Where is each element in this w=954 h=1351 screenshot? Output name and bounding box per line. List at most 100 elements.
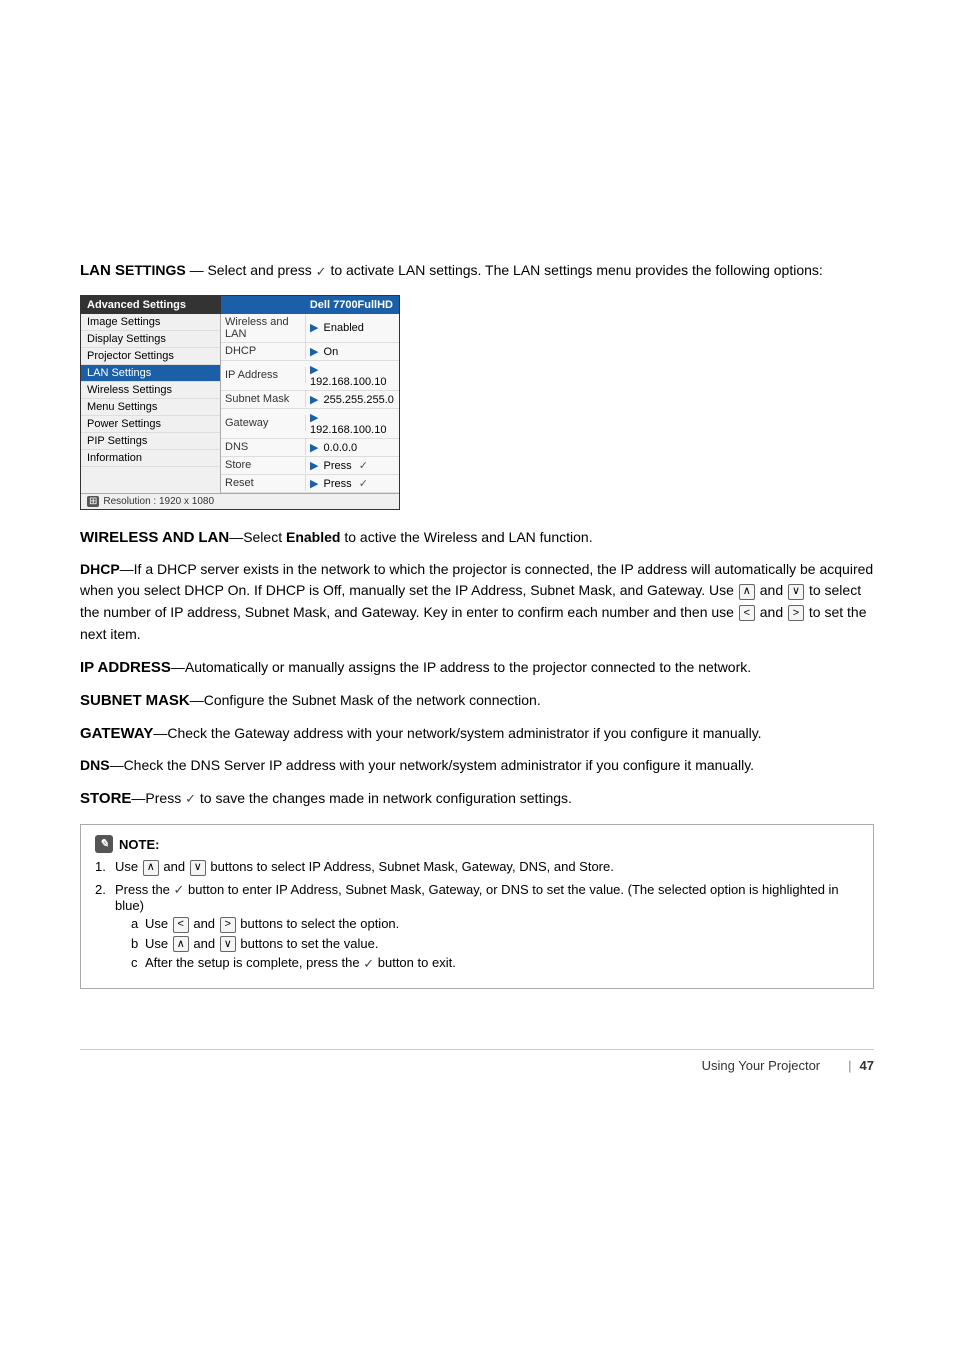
gateway-term: GATEWAY [80,725,153,741]
menu-row-ip-address: IP Address ▶ 192.168.100.10 [221,361,399,391]
up-arrow-btn-dhcp: ∧ [739,584,755,600]
store-check: ✓ [185,789,196,809]
row-label-dns: DNS [221,439,306,455]
row-value-ip-address: ▶ 192.168.100.10 [306,361,399,390]
ip-address-dash: — [171,659,185,675]
dns-section: DNS—Check the DNS Server IP address with… [80,755,874,777]
down-arrow-btn-dhcp: ∨ [788,584,804,600]
lan-settings-heading: LAN SETTINGS [80,262,190,278]
page-content: LAN SETTINGS — Select and press ✓ to act… [80,40,874,1073]
row-label-reset: Reset [221,475,306,491]
note-icon: ✎ [95,835,113,853]
row-value-wireless-lan: ▶ Enabled [306,319,399,336]
page-number: 47 [860,1058,874,1073]
sub-label-b: b [131,936,138,951]
dns-term: DNS [80,757,110,773]
menu-row-store: Store ▶ Press ✓ [221,457,399,475]
row-label-ip-address: IP Address [221,367,306,383]
menu-item-pip-settings: PIP Settings [81,433,220,450]
dhcp-section: DHCP—If a DHCP server exists in the netw… [80,559,874,646]
down-btn-note1: ∨ [190,860,206,876]
gateway-dash: — [153,725,167,741]
note-heading: ✎ NOTE: [95,835,859,853]
menu-item-information: Information [81,450,220,467]
menu-row-subnet-mask: Subnet Mask ▶ 255.255.255.0 [221,391,399,409]
note-label: NOTE: [119,837,159,852]
dns-dash: — [110,757,124,773]
intro-dash: — [190,262,204,278]
footer-pipe: | [848,1058,851,1073]
row-value-store: ▶ Press ✓ [306,457,399,474]
dhcp-term: DHCP [80,561,120,577]
menu-row-reset: Reset ▶ Press ✓ [221,475,399,493]
row-value-gateway: ▶ 192.168.100.10 [306,409,399,438]
sub-label-a: a [131,916,138,931]
wireless-lan-section: WIRELESS AND LAN—Select Enabled to activ… [80,526,874,549]
note-sub-item-c: c After the setup is complete, press the… [131,955,859,972]
subnet-mask-section: SUBNET MASK—Configure the Subnet Mask of… [80,689,874,712]
row-value-subnet-mask: ▶ 255.255.255.0 [306,391,399,408]
store-term: STORE [80,790,131,806]
right-btn-a: > [220,917,236,933]
store-dash: — [131,790,145,806]
menu-item-display-settings: Display Settings [81,331,220,348]
up-btn-note1: ∧ [143,860,159,876]
resolution-icon: ⊞ [87,496,99,507]
row-value-dns: ▶ 0.0.0.0 [306,439,399,456]
note-box: ✎ NOTE: 1. Use ∧ and ∨ buttons to select… [80,824,874,989]
dhcp-dash: — [120,561,134,577]
sub-label-c: c [131,955,138,970]
check-c: ✓ [363,956,374,972]
row-label-wireless-lan: Wireless and LAN [221,314,306,342]
note-list: 1. Use ∧ and ∨ buttons to select IP Addr… [95,859,859,972]
row-label-dhcp: DHCP [221,343,306,359]
menu-row-gateway: Gateway ▶ 192.168.100.10 [221,409,399,439]
row-label-subnet-mask: Subnet Mask [221,391,306,407]
note-sub-list: a Use < and > buttons to select the opti… [115,916,859,972]
store-section: STORE—Press ✓ to save the changes made i… [80,787,874,810]
heading-text: LAN SETTINGS [80,262,186,278]
lan-caps-rest: ETTINGS [125,262,186,278]
left-btn-a: < [173,917,189,933]
left-arrow-btn-dhcp: < [739,605,755,621]
ip-address-section: IP ADDRESS—Automatically or manually ass… [80,656,874,679]
down-btn-b: ∨ [220,936,236,952]
menu-header-left: Advanced Settings [81,296,221,314]
check-mark-intro: ✓ [316,262,327,282]
subnet-mask-term: SUBNET MASK [80,692,190,708]
lan-settings-intro: LAN SETTINGS — Select and press ✓ to act… [80,260,874,283]
up-btn-b: ∧ [173,936,189,952]
menu-item-power-settings: Power Settings [81,416,220,433]
page-footer: Using Your Projector | 47 [80,1049,874,1073]
right-arrow-btn-dhcp: > [788,605,804,621]
menu-row-dns: DNS ▶ 0.0.0.0 [221,439,399,457]
note-item-1: 1. Use ∧ and ∨ buttons to select IP Addr… [95,859,859,876]
note-item-2: 2. Press the ✓ button to enter IP Addres… [95,882,859,972]
menu-header-right: Dell 7700FullHD [221,296,399,314]
menu-item-image-settings: Image Settings [81,314,220,331]
note-sub-item-a: a Use < and > buttons to select the opti… [131,916,859,933]
menu-screenshot: Advanced Settings Dell 7700FullHD Image … [80,295,400,510]
footer-label: Using Your Projector [702,1058,821,1073]
menu-row-dhcp: DHCP ▶ On [221,343,399,361]
menu-item-lan-settings: LAN Settings [81,365,220,382]
intro-text: Select and press [207,262,311,278]
menu-body: Image Settings Display Settings Projecto… [81,314,399,493]
ip-address-term: IP ADDRESS [80,659,171,675]
menu-header: Advanced Settings Dell 7700FullHD [81,296,399,314]
resolution-text: Resolution : 1920 x 1080 [103,496,214,507]
note-sub-item-b: b Use ∧ and ∨ buttons to set the value. [131,936,859,953]
menu-row-wireless-lan: Wireless and LAN ▶ Enabled [221,314,399,343]
menu-footer: ⊞ Resolution : 1920 x 1080 [81,493,399,509]
intro-rest: to activate LAN settings. The LAN settin… [330,262,822,278]
row-label-store: Store [221,457,306,473]
wireless-lan-term: WIRELESS AND LAN [80,529,229,545]
wireless-lan-dash: — [229,529,243,545]
subnet-mask-dash: — [190,692,204,708]
menu-item-projector-settings: Projector Settings [81,348,220,365]
note-item-1-num: 1. [95,859,106,874]
check-note2: ✓ [174,882,185,898]
gateway-section: GATEWAY—Check the Gateway address with y… [80,722,874,745]
row-value-dhcp: ▶ On [306,343,399,360]
menu-right-panel: Wireless and LAN ▶ Enabled DHCP ▶ On IP … [221,314,399,493]
